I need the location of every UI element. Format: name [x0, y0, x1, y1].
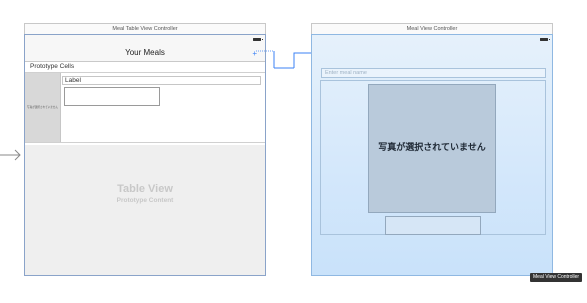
add-icon[interactable]: +	[252, 50, 257, 58]
photo-image-view[interactable]: 写真が選択されていません	[368, 84, 496, 213]
arrow-right-icon[interactable]	[0, 149, 22, 161]
cell-name-label[interactable]: Label	[62, 76, 261, 85]
photo-placeholder-text: 写真が選択されていません	[378, 142, 486, 152]
table-view-placeholder-title: Table View	[117, 183, 173, 195]
prototype-cells-header: Prototype Cells	[25, 62, 265, 71]
meal-view-controller-scene[interactable]: Enter meal name 写真が選択されていません	[311, 34, 553, 276]
prototype-cell[interactable]: 写真が選択されていません Label	[25, 72, 265, 143]
battery-icon	[540, 38, 550, 41]
meal-name-field[interactable]: Enter meal name	[321, 68, 546, 78]
nav-title: Your Meals	[125, 48, 165, 57]
scene-title-meal-view-controller[interactable]: Meal View Controller	[311, 23, 553, 34]
selected-scene-tag: Meal View Controller	[530, 273, 583, 282]
meal-thumbnail[interactable]: 写真が選択されていません	[25, 73, 61, 142]
scene-title-meal-table-view-controller[interactable]: Meal Table View Controller	[24, 23, 266, 34]
status-bar	[25, 35, 265, 43]
rating-control[interactable]	[385, 216, 481, 235]
navigation-bar[interactable]: Your Meals +	[25, 35, 265, 62]
meal-table-view-controller-scene[interactable]: Your Meals + Prototype Cells 写真が選択されていませ…	[24, 34, 266, 276]
status-bar	[312, 35, 552, 43]
table-view[interactable]: Table View Prototype Content	[25, 145, 265, 275]
battery-icon	[253, 38, 263, 41]
cell-rating-control[interactable]	[64, 87, 160, 106]
table-view-placeholder-subtitle: Prototype Content	[116, 197, 174, 204]
